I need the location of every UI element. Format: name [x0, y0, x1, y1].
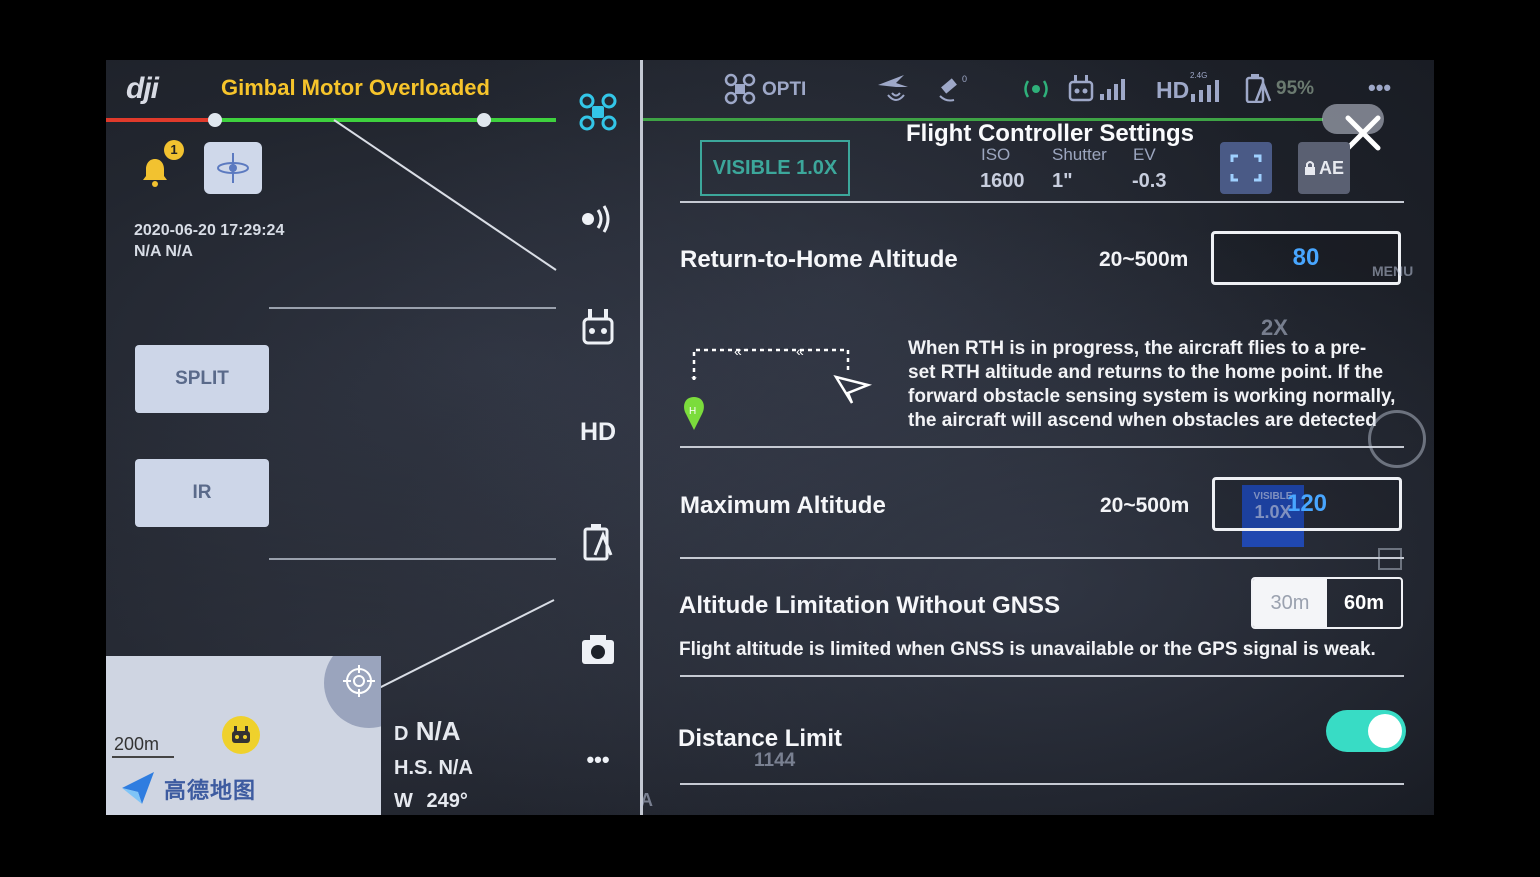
visible-zoom-button[interactable]: VISIBLE 1.0X	[700, 140, 850, 196]
camera-settings-icon[interactable]	[576, 628, 620, 672]
iso-label: ISO	[981, 145, 1011, 164]
iso-value[interactable]: 1600	[980, 170, 1025, 193]
hd-band-label: 2.4G	[1190, 71, 1208, 80]
gnss-altitude-selector[interactable]: 30m 60m	[1251, 577, 1403, 629]
satellite-icon: 0	[939, 74, 967, 102]
ir-button[interactable]: IR	[135, 459, 269, 527]
lock-icon	[1304, 161, 1315, 175]
map-brand: 高德地图	[164, 778, 257, 803]
distance-limit-toggle[interactable]	[1326, 710, 1406, 752]
shutter-label: Shutter	[1052, 145, 1107, 164]
mini-map[interactable]: 200m 高德地图	[106, 656, 381, 815]
svg-text:H: H	[689, 406, 696, 417]
rth-altitude-label: Return-to-Home Altitude	[680, 246, 958, 273]
max-altitude-range: 20~500m	[1100, 494, 1190, 517]
guide-line	[269, 558, 556, 560]
toggle-knob	[1368, 714, 1402, 748]
svg-text:«: «	[734, 343, 742, 359]
remote-controller-icon[interactable]	[576, 304, 620, 348]
focus-frame-icon	[1230, 154, 1262, 182]
crosshair-icon[interactable]	[342, 664, 376, 698]
remote-controller-location-icon	[222, 716, 260, 754]
rth-diagram: « « ⌄ H	[684, 343, 873, 430]
battery-settings-icon[interactable]	[576, 520, 620, 564]
section-divider	[680, 675, 1404, 677]
panel-title: Flight Controller Settings	[906, 120, 1194, 147]
distance-limit-label: Distance Limit	[678, 725, 843, 752]
section-divider	[680, 446, 1404, 448]
vision-sensor-icon	[1024, 80, 1048, 98]
ghost-a-letter: A	[640, 790, 653, 810]
heading-readout: W 249°	[394, 790, 468, 813]
section-divider	[680, 201, 1404, 203]
propeller-icon	[217, 153, 249, 183]
ghost-distance-value: 1144	[754, 750, 796, 771]
signal-settings-icon[interactable]	[576, 197, 620, 241]
svg-text:«: «	[796, 343, 804, 359]
ghost-playback-icon	[1378, 548, 1402, 570]
ghost-shutter-button	[1368, 410, 1426, 468]
max-altitude-input[interactable]: 120	[1212, 477, 1402, 531]
distance-readout: D N/A	[394, 716, 460, 747]
topbar-more-icon[interactable]: •••	[1368, 75, 1391, 101]
gnss-altitude-label: Altitude Limitation Without GNSS	[679, 592, 1061, 619]
section-divider	[680, 783, 1404, 785]
aircraft-signal-icon	[878, 75, 908, 101]
hd-signal-label: HD	[1156, 77, 1190, 103]
shutter-value[interactable]: 1"	[1052, 170, 1073, 193]
amap-logo-icon	[122, 772, 154, 804]
map-scale: 200m	[114, 734, 160, 754]
heading-prefix: W	[394, 790, 413, 812]
ev-label: EV	[1133, 145, 1156, 164]
panel-divider	[640, 60, 643, 815]
heading-value: 249°	[426, 790, 468, 812]
horizontal-speed: H.S. N/A	[394, 757, 473, 779]
dji-app-screen: dji Gimbal Motor Overloaded 1 2020-06-20…	[106, 60, 1434, 815]
map-scale-bar	[112, 756, 174, 758]
split-button[interactable]: SPLIT	[135, 345, 269, 413]
gnss-description: Flight altitude is limited when GNSS is …	[679, 639, 1376, 660]
ev-value[interactable]: -0.3	[1132, 170, 1166, 193]
rth-description-line: forward obstacle sensing system is worki…	[908, 386, 1396, 407]
hd-signal-bars-icon	[1191, 80, 1219, 102]
gps-location: N/A N/A	[134, 243, 193, 260]
ae-label: AE	[1318, 157, 1344, 178]
rc-signal-icon	[1068, 75, 1125, 102]
datetime: 2020-06-20 17:29:24	[134, 222, 285, 239]
battery-status-icon	[1245, 74, 1272, 103]
flight-mode-label: OPTI	[762, 79, 807, 100]
distance-value: N/A	[415, 716, 461, 746]
focus-mode-button[interactable]	[1220, 142, 1272, 194]
rth-description: When RTH is in progress, the aircraft fl…	[908, 337, 1408, 433]
rth-altitude-range: 20~500m	[1099, 248, 1189, 271]
more-icon[interactable]: •••	[576, 738, 620, 782]
rth-description-line: the aircraft will ascend when obstacles …	[908, 410, 1377, 431]
max-altitude-label: Maximum Altitude	[680, 492, 886, 519]
notification-bell-icon[interactable]	[138, 155, 172, 189]
ghost-zoom-label: 2X	[1261, 315, 1288, 340]
guide-line	[269, 307, 556, 309]
battery-percent: 95%	[1276, 78, 1315, 99]
ae-lock-button[interactable]: AE	[1298, 142, 1350, 194]
distance-prefix: D	[394, 723, 409, 745]
gnss-option-60m[interactable]: 60m	[1327, 579, 1401, 627]
drone-settings-icon[interactable]	[576, 90, 620, 134]
svg-text:0: 0	[962, 74, 967, 84]
svg-text:⌄: ⌄	[689, 369, 699, 383]
aircraft-status-icon	[724, 73, 756, 105]
notification-badge: 1	[164, 140, 184, 160]
timestamp-block: 2020-06-20 17:29:24 N/A N/A	[134, 220, 284, 262]
hd-transmission-icon[interactable]: HD	[576, 410, 620, 454]
flight-mode-button[interactable]	[204, 142, 262, 194]
section-divider	[680, 557, 1404, 559]
rth-description-line: When RTH is in progress, the aircraft fl…	[908, 338, 1367, 359]
rth-description-line: set RTH altitude and returns to the home…	[908, 362, 1384, 383]
gnss-option-30m[interactable]: 30m	[1253, 579, 1327, 627]
ghost-menu-label: MENU	[1372, 263, 1414, 279]
